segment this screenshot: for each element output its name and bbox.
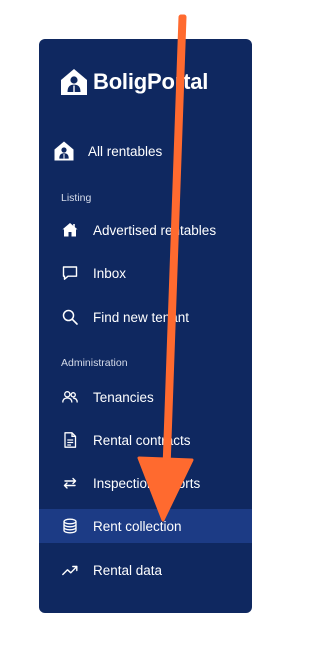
nav-item-rent-collection[interactable]: Rent collection [39,509,252,543]
document-icon [61,431,79,449]
section-label-listing: Listing [61,192,92,204]
section-label-administration: Administration [61,357,128,369]
brand-logo[interactable]: BoligPortal [59,67,208,97]
nav-label: Tenancies [93,389,154,405]
house-icon [61,221,79,239]
house-person-icon [53,140,75,162]
nav-item-rental-contracts[interactable]: Rental contracts [39,423,252,457]
trend-up-icon [61,561,79,579]
coin-stack-icon [61,517,79,535]
nav-item-inspection-reports[interactable]: Inspection reports [39,466,252,500]
screenshot-stage: BoligPortal All rentables Listing Advert… [0,0,291,652]
nav-item-advertised-rentables[interactable]: Advertised rentables [39,213,252,247]
swap-arrows-icon [61,474,79,492]
nav-item-inbox[interactable]: Inbox [39,256,252,290]
nav-label: Rental data [93,562,163,578]
nav-item-tenancies[interactable]: Tenancies [39,380,252,414]
sidebar: BoligPortal All rentables Listing Advert… [39,39,252,613]
nav-label: Find new tenant [93,309,190,325]
nav-label: Inspection reports [93,475,201,491]
chat-icon [61,264,79,282]
nav-item-find-new-tenant[interactable]: Find new tenant [39,300,252,334]
logo-house-icon [61,69,87,95]
all-rentables-link[interactable]: All rentables [51,138,241,164]
search-icon [61,308,79,326]
brand-name: BoligPortal [93,69,209,94]
nav-label: Inbox [93,265,127,281]
people-icon [61,388,79,406]
nav-label: Advertised rentables [93,222,217,238]
nav-label: Rental contracts [93,432,191,448]
nav-item-rental-data[interactable]: Rental data [39,553,252,587]
all-rentables-label: All rentables [88,143,163,159]
nav-label: Rent collection [93,518,182,534]
